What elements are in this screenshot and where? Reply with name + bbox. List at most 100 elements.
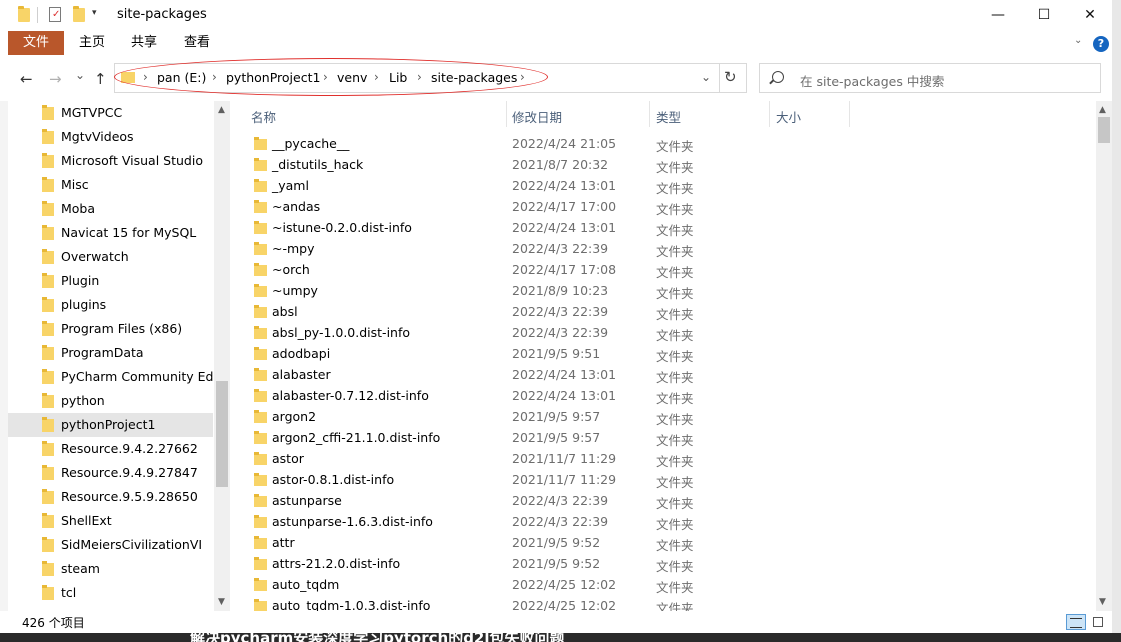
nav-item-program-files-x86[interactable]: Program Files (x86) (8, 317, 213, 341)
nav-item-microsoft-visual-studio[interactable]: Microsoft Visual Studio (8, 149, 213, 173)
file-row[interactable]: __pycache__ 2022/4/24 21:05 文件夹 (234, 134, 1096, 155)
file-row[interactable]: astunparse 2022/4/3 22:39 文件夹 (234, 491, 1096, 512)
file-date: 2022/4/3 22:39 (512, 325, 609, 340)
maximize-button[interactable]: ☐ (1021, 0, 1067, 31)
nav-item-shellext[interactable]: ShellExt (8, 509, 213, 533)
file-row[interactable]: alabaster 2022/4/24 13:01 文件夹 (234, 365, 1096, 386)
address-dropdown-icon[interactable]: ⌄ (701, 70, 711, 84)
file-row[interactable]: adodbapi 2021/9/5 9:51 文件夹 (234, 344, 1096, 365)
breadcrumb-lib[interactable]: Lib (389, 70, 407, 85)
file-row[interactable]: ~orch 2022/4/17 17:08 文件夹 (234, 260, 1096, 281)
file-row[interactable]: astor-0.8.1.dist-info 2021/11/7 11:29 文件夹 (234, 470, 1096, 491)
column-divider[interactable] (649, 101, 650, 127)
nav-item-moba[interactable]: Moba (8, 197, 213, 221)
forward-button[interactable]: → (49, 70, 62, 88)
column-header-size[interactable]: 大小 (776, 107, 801, 126)
file-row[interactable]: astunparse-1.6.3.dist-info 2022/4/3 22:39… (234, 512, 1096, 533)
nav-item-overwatch[interactable]: Overwatch (8, 245, 213, 269)
column-divider[interactable] (506, 101, 507, 127)
large-icons-view-button[interactable] (1090, 614, 1106, 630)
file-name: ~andas (272, 199, 321, 214)
content-scroll-down-icon[interactable]: ▼ (1099, 597, 1106, 607)
folder-icon (18, 6, 30, 22)
breadcrumb-venv[interactable]: venv (337, 70, 367, 85)
breadcrumb-separator[interactable]: › (212, 70, 217, 84)
nav-item-navicat[interactable]: Navicat 15 for MySQL (8, 221, 213, 245)
nav-item-programdata[interactable]: ProgramData (8, 341, 213, 365)
search-placeholder[interactable]: 在 site-packages 中搜索 (800, 71, 944, 90)
quick-access-dropdown-icon[interactable]: ▾ (92, 8, 97, 18)
breadcrumb-separator[interactable]: › (323, 70, 328, 84)
column-header-date[interactable]: 修改日期 (512, 107, 562, 126)
file-row[interactable]: alabaster-0.7.12.dist-info 2022/4/24 13:0… (234, 386, 1096, 407)
tab-home[interactable]: 主页 (79, 31, 105, 55)
file-row[interactable]: ~andas 2022/4/17 17:00 文件夹 (234, 197, 1096, 218)
nav-scrollbar[interactable] (214, 101, 230, 611)
breadcrumb-project[interactable]: pythonProject1 (226, 70, 320, 85)
breadcrumb-separator[interactable]: › (417, 70, 422, 84)
nav-item-misc[interactable]: Misc (8, 173, 213, 197)
nav-item-mgtvvideos[interactable]: MgtvVideos (8, 125, 213, 149)
ribbon-expand-icon[interactable]: ⌄ (1074, 35, 1082, 46)
content-scroll-up-icon[interactable]: ▲ (1099, 105, 1106, 115)
nav-item-pythonproject1[interactable]: pythonProject1 (8, 413, 213, 437)
details-view-button[interactable] (1066, 614, 1086, 630)
new-folder-icon[interactable] (73, 6, 85, 22)
help-icon[interactable]: ? (1093, 36, 1109, 52)
properties-icon[interactable]: ✓ (49, 7, 61, 22)
nav-item-pycharm[interactable]: PyCharm Community Editic (8, 365, 230, 389)
nav-item-resource-9-4-9[interactable]: Resource.9.4.9.27847 (8, 461, 213, 485)
tab-view[interactable]: 查看 (184, 31, 210, 55)
file-row[interactable]: attrs-21.2.0.dist-info 2021/9/5 9:52 文件夹 (234, 554, 1096, 575)
tab-share[interactable]: 共享 (131, 31, 157, 55)
search-box[interactable]: 在 site-packages 中搜索 (759, 63, 1101, 93)
nav-item-resource-9-5-9[interactable]: Resource.9.5.9.28650 (8, 485, 213, 509)
file-type: 文件夹 (656, 223, 694, 238)
nav-item-resource-9-4-2[interactable]: Resource.9.4.2.27662 (8, 437, 213, 461)
nav-item-python[interactable]: python (8, 389, 213, 413)
recent-locations-dropdown-icon[interactable]: ⌄ (75, 68, 85, 82)
file-row[interactable]: _yaml 2022/4/24 13:01 文件夹 (234, 176, 1096, 197)
breadcrumb-separator[interactable]: › (374, 70, 379, 84)
address-bar[interactable]: › pan (E:) › pythonProject1 › venv › Lib… (114, 63, 747, 93)
minimize-button[interactable]: — (975, 0, 1021, 31)
column-divider[interactable] (769, 101, 770, 127)
nav-scroll-down-icon[interactable]: ▼ (218, 597, 225, 607)
tab-file[interactable]: 文件 (8, 31, 64, 55)
up-button[interactable]: ↑ (94, 70, 107, 88)
file-row[interactable]: argon2_cffi-21.1.0.dist-info 2021/9/5 9:5… (234, 428, 1096, 449)
breadcrumb-site-packages[interactable]: site-packages (431, 70, 517, 85)
file-row[interactable]: _distutils_hack 2021/8/7 20:32 文件夹 (234, 155, 1096, 176)
nav-scroll-up-icon[interactable]: ▲ (218, 105, 225, 115)
file-row[interactable]: ~istune-0.2.0.dist-info 2022/4/24 13:01 文件… (234, 218, 1096, 239)
back-button[interactable]: ← (20, 70, 33, 88)
nav-item-plugin[interactable]: Plugin (8, 269, 213, 293)
nav-item-tcl[interactable]: tcl (8, 581, 213, 605)
column-header-type[interactable]: 类型 (656, 107, 681, 126)
file-row[interactable]: astor 2021/11/7 11:29 文件夹 (234, 449, 1096, 470)
file-row[interactable]: auto_tqdm-1.0.3.dist-info 2022/4/25 12:02… (234, 596, 1096, 611)
breadcrumb-separator[interactable]: › (520, 70, 525, 84)
file-row[interactable]: attr 2021/9/5 9:52 文件夹 (234, 533, 1096, 554)
column-header-name[interactable]: 名称 (251, 107, 276, 126)
file-row[interactable]: ~-mpy 2022/4/3 22:39 文件夹 (234, 239, 1096, 260)
file-row[interactable]: ~umpy 2021/8/9 10:23 文件夹 (234, 281, 1096, 302)
nav-item-civilization[interactable]: SidMeiersCivilizationVI (8, 533, 213, 557)
nav-item-mgtvpcc[interactable]: MGTVPCC (8, 101, 213, 125)
breadcrumb-drive[interactable]: pan (E:) (157, 70, 206, 85)
file-row[interactable]: argon2 2021/9/5 9:57 文件夹 (234, 407, 1096, 428)
file-name: ~umpy (272, 283, 318, 298)
file-date: 2022/4/24 13:01 (512, 388, 617, 403)
breadcrumb-separator[interactable]: › (143, 70, 148, 84)
nav-scroll-thumb[interactable] (216, 381, 228, 487)
file-row[interactable]: auto_tqdm 2022/4/25 12:02 文件夹 (234, 575, 1096, 596)
column-divider[interactable] (849, 101, 850, 127)
content-scroll-thumb[interactable] (1098, 117, 1110, 143)
close-button[interactable]: ✕ (1067, 0, 1113, 31)
content-scrollbar[interactable]: ▲ ▼ (1096, 101, 1112, 611)
refresh-button[interactable]: ↻ (724, 68, 737, 86)
nav-item-steam[interactable]: steam (8, 557, 213, 581)
file-row[interactable]: absl 2022/4/3 22:39 文件夹 (234, 302, 1096, 323)
nav-item-plugins[interactable]: plugins (8, 293, 213, 317)
file-row[interactable]: absl_py-1.0.0.dist-info 2022/4/3 22:39 文件夹 (234, 323, 1096, 344)
